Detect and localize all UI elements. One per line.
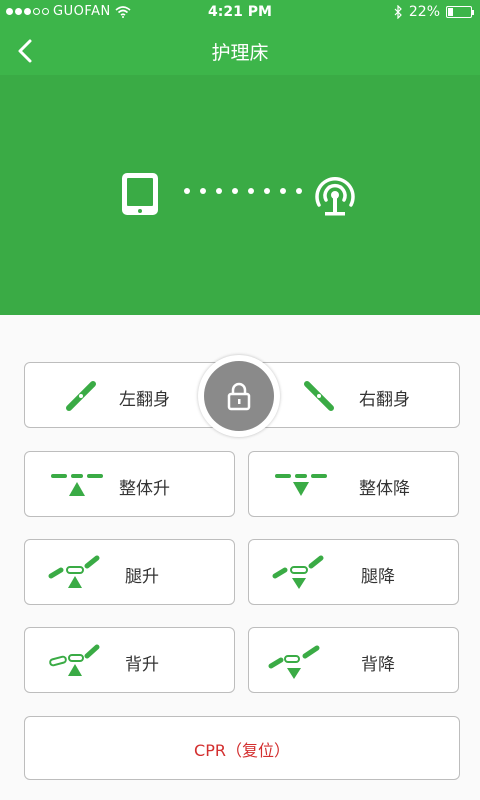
body-down-label: 整体降 (359, 479, 410, 499)
broadcast-antenna-icon (315, 177, 355, 216)
body-down-button[interactable]: 整体降 (248, 451, 459, 517)
status-right: 22% (393, 4, 474, 20)
body-up-button[interactable]: 整体升 (24, 451, 235, 517)
leg-up-button[interactable]: 腿升 (24, 539, 235, 605)
tablet-icon (122, 173, 158, 215)
connection-banner (0, 75, 480, 315)
cpr-reset-button[interactable]: CPR（复位） (24, 716, 460, 780)
bed-lower-icon (275, 474, 327, 496)
leg-down-label: 腿降 (361, 567, 395, 587)
connection-dots (184, 188, 302, 194)
battery-icon (446, 6, 474, 18)
right-turn-button[interactable]: 右翻身 (275, 363, 461, 429)
backrest-raise-icon (49, 644, 100, 676)
lock-icon (227, 382, 251, 411)
back-down-label: 背降 (361, 655, 395, 675)
leg-down-button[interactable]: 腿降 (248, 539, 459, 605)
body-up-label: 整体升 (119, 479, 170, 499)
back-up-button[interactable]: 背升 (24, 627, 235, 693)
page-title: 护理床 (211, 42, 269, 64)
bluetooth-icon (394, 5, 402, 19)
status-bar: GUOFAN 4:21 PM 22% (0, 0, 480, 26)
lock-button[interactable] (198, 355, 280, 437)
back-down-button[interactable]: 背降 (248, 627, 459, 693)
battery-percent: 22% (408, 4, 440, 20)
left-turn-button[interactable]: 左翻身 (25, 363, 225, 429)
back-up-label: 背升 (125, 655, 159, 675)
leg-lower-icon (272, 555, 324, 589)
cpr-label: CPR（复位） (194, 741, 290, 760)
left-turn-label: 左翻身 (119, 390, 170, 410)
leg-up-label: 腿升 (125, 567, 159, 587)
nav-bar: 护理床 (0, 26, 480, 75)
right-turn-label: 右翻身 (359, 390, 410, 410)
leg-raise-icon (48, 555, 100, 588)
tilt-right-icon (304, 381, 334, 411)
header: GUOFAN 4:21 PM 22% 护理床 (0, 0, 480, 75)
tilt-left-icon (66, 381, 96, 411)
backrest-lower-icon (268, 645, 320, 679)
bed-raise-icon (51, 474, 103, 496)
